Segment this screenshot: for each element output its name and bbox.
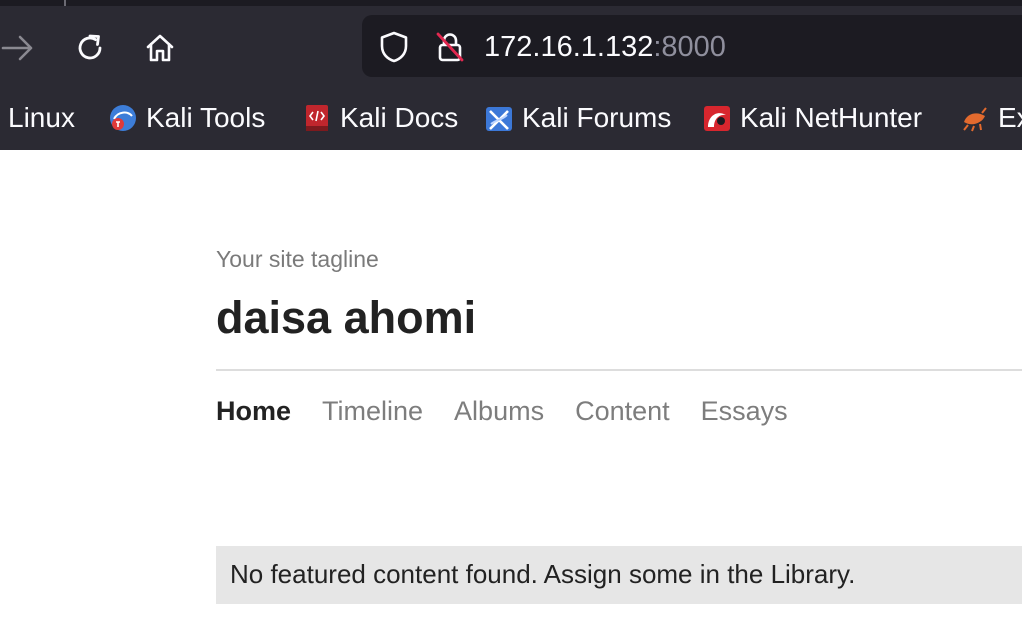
reload-button[interactable] [70,28,110,68]
nav-link-home[interactable]: Home [216,396,291,432]
bookmark-kali-linux[interactable]: i Linux [0,100,75,136]
bookmark-label: Kali Tools [146,102,266,133]
insecure-lock-icon[interactable] [434,31,466,63]
browser-chrome: 172.16.1.132:8000 i Linux Kali Tools Kal… [0,0,1022,150]
nav-link-timeline[interactable]: Timeline [322,396,423,432]
site-tagline: Your site tagline [216,246,379,272]
notice-text: No featured content found. Assign some i… [230,559,856,589]
site-navigation: Home Timeline Albums Content Essays [216,396,819,432]
kali-docs-icon [306,105,328,131]
page-content: Your site tagline daisa ahomi Home Timel… [0,150,1022,638]
bookmark-label: Ex [998,102,1022,133]
bookmark-kali-tools[interactable]: Kali Tools [108,100,265,136]
bookmark-kali-docs[interactable]: Kali Docs [302,100,458,136]
bookmark-label: i Linux [0,102,75,133]
home-button[interactable] [140,28,180,68]
home-icon [146,34,174,62]
exploit-db-icon [963,107,987,132]
featured-content-notice: No featured content found. Assign some i… [216,546,1022,604]
navigation-toolbar: 172.16.1.132:8000 [0,6,1022,86]
forward-arrow-icon [1,35,33,61]
site-title[interactable]: daisa ahomi [216,292,476,344]
forward-button[interactable] [0,28,38,68]
kali-forums-icon [486,107,512,131]
kali-nethunter-icon [704,106,730,131]
nav-link-content[interactable]: Content [575,396,670,432]
bookmark-exploit-db[interactable]: Ex [960,100,1022,136]
url-port: :8000 [653,31,726,63]
kali-tools-icon [110,105,136,131]
bookmarks-toolbar: i Linux Kali Tools Kali Docs Kali Forums… [0,86,1022,150]
tracking-protection-shield-icon[interactable] [378,31,410,63]
header-divider [216,369,1022,371]
address-bar[interactable]: 172.16.1.132:8000 [362,15,1022,77]
nav-link-essays[interactable]: Essays [701,396,788,432]
reload-icon [78,34,102,60]
bookmark-label: Kali Docs [340,102,459,133]
bookmark-kali-forums[interactable]: Kali Forums [484,100,671,136]
bookmark-label: Kali NetHunter [740,102,923,133]
nav-link-albums[interactable]: Albums [454,396,544,432]
url-text[interactable]: 172.16.1.132:8000 [484,29,726,65]
bookmark-label: Kali Forums [522,102,672,133]
url-host: 172.16.1.132 [484,31,654,63]
bookmark-kali-nethunter[interactable]: Kali NetHunter [702,100,922,136]
